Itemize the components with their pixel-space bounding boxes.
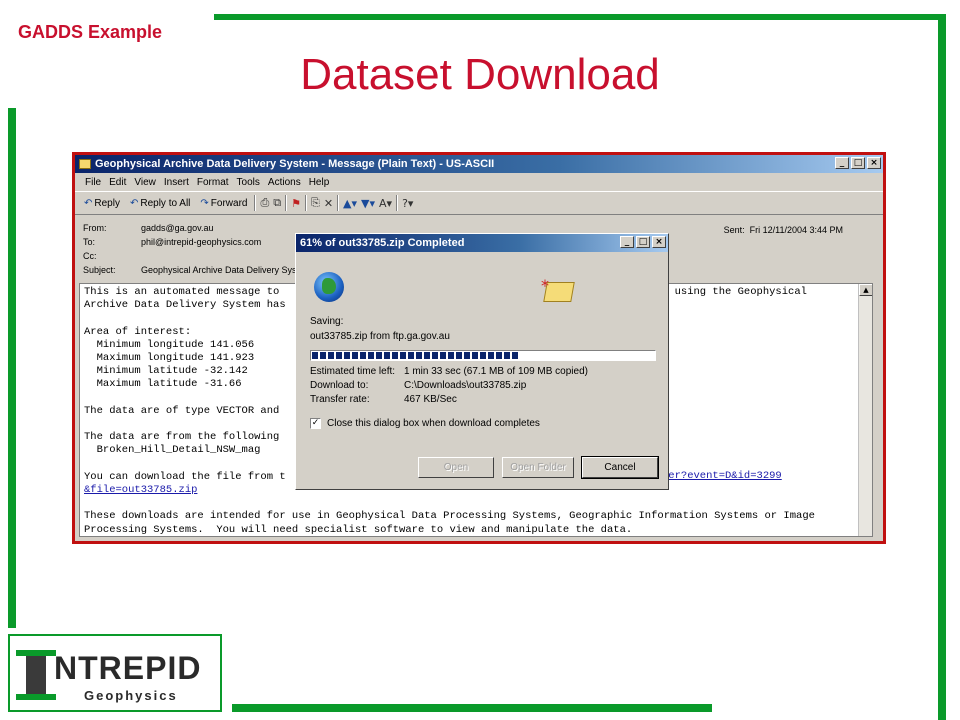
vertical-scrollbar[interactable]: ▲ bbox=[858, 284, 872, 536]
open-button[interactable]: Open bbox=[418, 457, 494, 478]
flag-icon[interactable]: ⚑ bbox=[291, 197, 301, 210]
forward-label: Forward bbox=[210, 197, 248, 209]
cc-label: Cc: bbox=[83, 251, 97, 261]
email-titlebar: Geophysical Archive Data Delivery System… bbox=[75, 155, 883, 173]
print-icon[interactable]: ⎙ bbox=[260, 196, 269, 210]
message-body-right-text: s using the Geophysical bbox=[662, 286, 807, 298]
envelope-icon bbox=[79, 159, 91, 169]
dialog-close-button[interactable]: × bbox=[652, 236, 666, 248]
download-to-value: C:\Downloads\out33785.zip bbox=[404, 380, 527, 391]
frame-right-bar bbox=[938, 14, 946, 720]
toolbar-separator bbox=[305, 195, 308, 211]
saving-label: Saving: bbox=[310, 316, 344, 327]
subject-label: Subject: bbox=[83, 265, 116, 275]
forward-button[interactable]: ↷ Forward bbox=[197, 198, 250, 209]
reply-all-label: Reply to All bbox=[140, 197, 191, 209]
sent-info: Sent: Fri 12/11/2004 3:44 PM bbox=[724, 225, 843, 235]
time-left-value: 1 min 33 sec (67.1 MB of 109 MB copied) bbox=[404, 366, 588, 377]
font-size-icon[interactable]: A▾ bbox=[379, 197, 392, 210]
minimize-button[interactable]: _ bbox=[835, 157, 849, 169]
progress-fill bbox=[312, 352, 520, 359]
toolbar: ↶ Reply ↶ Reply to All ↷ Forward ⎙ ⧉ ⚑ ⎘ ✕ … bbox=[75, 191, 883, 215]
logo-letter-i bbox=[16, 650, 56, 700]
next-item-icon[interactable]: ▼▾ bbox=[361, 197, 375, 210]
toolbar-separator bbox=[337, 195, 340, 211]
subject-value: Geophysical Archive Data Delivery System bbox=[141, 265, 312, 275]
scroll-up-arrow-icon[interactable]: ▲ bbox=[859, 284, 872, 296]
menu-tools[interactable]: Tools bbox=[237, 177, 260, 188]
menu-format[interactable]: Format bbox=[197, 177, 229, 188]
reply-label: Reply bbox=[94, 197, 120, 209]
menu-bar: File Edit View Insert Format Tools Actio… bbox=[75, 173, 883, 191]
sent-label: Sent: bbox=[723, 225, 745, 235]
forward-icon: ↷ bbox=[200, 197, 209, 209]
download-dialog: 61% of out33785.zip Completed _ □ × * Sa… bbox=[295, 233, 669, 490]
logo-subtitle: Geophysics bbox=[84, 688, 178, 703]
close-when-done-checkbox[interactable]: ✓ bbox=[310, 418, 321, 429]
menu-file[interactable]: File bbox=[85, 177, 101, 188]
dialog-titlebar: 61% of out33785.zip Completed _ □ × bbox=[296, 234, 668, 252]
globe-icon bbox=[314, 272, 344, 302]
frame-left-bar bbox=[8, 108, 16, 628]
previous-item-icon[interactable]: ▲▾ bbox=[343, 197, 357, 210]
email-window: Geophysical Archive Data Delivery System… bbox=[72, 152, 886, 544]
cancel-button[interactable]: Cancel bbox=[581, 456, 659, 479]
intrepid-logo: NTREPID Geophysics bbox=[8, 634, 222, 712]
folder-icon: * bbox=[541, 276, 575, 302]
from-label: From: bbox=[83, 223, 107, 233]
to-label: To: bbox=[83, 237, 96, 247]
close-button[interactable]: × bbox=[867, 157, 881, 169]
saving-value: out33785.zip from ftp.ga.gov.au bbox=[310, 331, 450, 342]
download-progress-bar bbox=[310, 350, 656, 361]
toolbar-separator bbox=[396, 195, 399, 211]
toolbar-separator bbox=[285, 195, 288, 211]
menu-edit[interactable]: Edit bbox=[109, 177, 126, 188]
help-icon[interactable]: ?▾ bbox=[402, 197, 413, 210]
maximize-button[interactable]: □ bbox=[851, 157, 865, 169]
download-to-label: Download to: bbox=[310, 380, 369, 391]
transfer-rate-label: Transfer rate: bbox=[310, 394, 370, 405]
from-value: gadds@ga.gov.au bbox=[141, 223, 214, 233]
sent-value: Fri 12/11/2004 3:44 PM bbox=[749, 225, 843, 235]
transfer-rate-value: 467 KB/Sec bbox=[404, 394, 457, 405]
time-left-label: Estimated time left: bbox=[310, 366, 396, 377]
logo-wordmark: NTREPID bbox=[54, 650, 202, 686]
menu-actions[interactable]: Actions bbox=[268, 177, 301, 188]
dialog-maximize-button[interactable]: □ bbox=[636, 236, 650, 248]
reply-all-button[interactable]: ↶ Reply to All bbox=[127, 198, 193, 209]
close-when-done-label: Close this dialog box when download comp… bbox=[327, 418, 540, 429]
frame-top-bar bbox=[214, 14, 938, 20]
copy-icon[interactable]: ⧉ bbox=[273, 196, 281, 210]
toolbar-separator bbox=[254, 195, 257, 211]
delete-icon[interactable]: ✕ bbox=[324, 197, 333, 210]
slide-tag: GADDS Example bbox=[18, 22, 163, 42]
menu-insert[interactable]: Insert bbox=[164, 177, 189, 188]
dialog-minimize-button[interactable]: _ bbox=[620, 236, 634, 248]
slide-title: Dataset Download bbox=[300, 50, 660, 99]
reply-button[interactable]: ↶ Reply bbox=[81, 198, 123, 209]
to-value: phil@intrepid-geophysics.com bbox=[141, 237, 262, 247]
reply-all-icon: ↶ bbox=[129, 197, 139, 209]
download-link-filename[interactable]: &file=out33785.zip bbox=[84, 484, 197, 496]
dialog-title: 61% of out33785.zip Completed bbox=[300, 237, 465, 249]
menu-view[interactable]: View bbox=[134, 177, 156, 188]
move-icon[interactable]: ⎘ bbox=[311, 196, 320, 210]
reply-icon: ↶ bbox=[84, 197, 93, 209]
frame-bottom-bar bbox=[232, 704, 712, 712]
email-window-title: Geophysical Archive Data Delivery System… bbox=[95, 158, 495, 170]
open-folder-button[interactable]: Open Folder bbox=[502, 457, 574, 478]
download-link-tail[interactable]: ler?event=D&id=3299 bbox=[662, 470, 782, 483]
menu-help[interactable]: Help bbox=[309, 177, 330, 188]
